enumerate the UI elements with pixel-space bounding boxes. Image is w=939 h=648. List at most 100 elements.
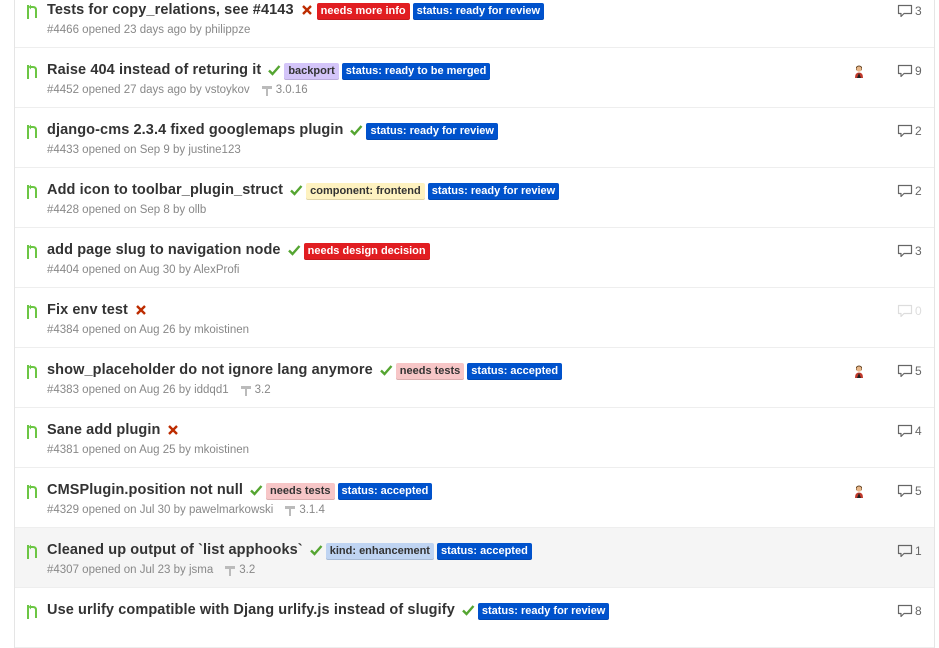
ci-failure-x-icon[interactable] <box>166 423 180 437</box>
pull-request-row[interactable]: CMSPlugin.position not null needs tests s… <box>15 468 934 528</box>
ci-success-check-icon[interactable] <box>379 363 393 377</box>
label-badge[interactable]: status: ready for review <box>427 182 560 200</box>
pull-request-row[interactable]: django-cms 2.3.4 fixed googlemaps plugin… <box>15 108 934 168</box>
pull-request-row[interactable]: Cleaned up output of `list apphooks` kin… <box>15 528 934 588</box>
label-badge[interactable]: status: ready for review <box>412 2 545 20</box>
comments-link[interactable]: 2 <box>897 124 922 138</box>
ci-success-check-icon[interactable] <box>349 123 363 137</box>
pull-request-title-link[interactable]: Cleaned up output of `list apphooks` <box>47 542 303 558</box>
pull-request-row[interactable]: show_placeholder do not ignore lang anym… <box>15 348 934 408</box>
comments-link[interactable]: 3 <box>897 244 922 258</box>
label-badge[interactable]: component: frontend <box>306 182 425 200</box>
ci-success-check-icon[interactable] <box>249 483 263 497</box>
pull-request-open-icon <box>27 484 37 499</box>
labels: kind: enhancement status: accepted <box>323 541 532 560</box>
comment-count: 3 <box>915 244 922 258</box>
pull-request-meta: #4381 opened on Aug 25 by mkoistinen <box>47 444 249 456</box>
title-line: add page slug to navigation node needs d… <box>47 241 430 260</box>
pull-request-row[interactable]: Add icon to toolbar_plugin_struct compon… <box>15 168 934 228</box>
milestone-title: 3.2 <box>254 384 271 396</box>
ci-success-check-icon[interactable] <box>461 603 475 617</box>
ci-failure-x-icon[interactable] <box>134 303 148 317</box>
comment-icon <box>897 304 913 318</box>
pull-request-title-link[interactable]: add page slug to navigation node <box>47 242 281 258</box>
pull-request-open-icon <box>27 4 37 19</box>
opened-by-text: #4404 opened on Aug 30 by AlexProfi <box>47 264 240 276</box>
label-badge[interactable]: status: ready for review <box>366 122 498 140</box>
assignee-avatar[interactable] <box>852 484 866 498</box>
assignee-avatar[interactable] <box>852 364 866 378</box>
pull-request-title-link[interactable]: Add icon to toolbar_plugin_struct <box>47 182 283 198</box>
labels: backport status: ready to be merged <box>281 61 491 80</box>
pull-request-title-link[interactable]: show_placeholder do not ignore lang anym… <box>47 362 373 378</box>
milestone-icon <box>240 385 251 396</box>
pull-request-title-link[interactable]: CMSPlugin.position not null <box>47 482 243 498</box>
pull-request-row[interactable]: Raise 404 instead of returing it backpor… <box>15 48 934 108</box>
label-badge[interactable]: status: ready for review <box>477 602 610 620</box>
pull-request-title-link[interactable]: Sane add plugin <box>47 422 160 438</box>
milestone-icon <box>285 505 296 516</box>
ci-success-check-icon[interactable] <box>289 183 303 197</box>
pull-request-title-link[interactable]: Tests for copy_relations, see #4143 <box>47 2 294 18</box>
label-badge[interactable]: backport <box>284 62 339 80</box>
pull-request-open-icon <box>27 604 37 619</box>
label-badge[interactable]: status: ready to be merged <box>341 62 491 80</box>
comments-link[interactable]: 2 <box>897 184 922 198</box>
comment-icon <box>897 244 913 258</box>
title-line: Cleaned up output of `list apphooks` kin… <box>47 541 532 560</box>
pull-request-title-link[interactable]: Raise 404 instead of returing it <box>47 62 261 78</box>
title-line: django-cms 2.3.4 fixed googlemaps plugin… <box>47 121 498 140</box>
label-badge[interactable]: status: accepted <box>436 542 532 560</box>
milestone-link[interactable]: 3.2 <box>225 564 255 576</box>
milestone-link[interactable]: 3.0.16 <box>261 84 308 96</box>
comments-link[interactable]: 1 <box>897 544 922 558</box>
assignee-avatar[interactable] <box>852 64 866 78</box>
pull-request-title-link[interactable]: Fix env test <box>47 302 128 318</box>
pull-request-row[interactable]: Use urlify compatible with Djang urlify.… <box>15 588 934 648</box>
comments-link[interactable]: 5 <box>897 364 922 378</box>
pull-request-open-icon <box>27 304 37 319</box>
pull-request-row[interactable]: add page slug to navigation node needs d… <box>15 228 934 288</box>
title-line: Add icon to toolbar_plugin_struct compon… <box>47 181 560 200</box>
pull-request-list: Tests for copy_relations, see #4143 need… <box>14 0 935 648</box>
comments-link[interactable]: 9 <box>897 64 922 78</box>
pull-request-row[interactable]: Tests for copy_relations, see #4143 need… <box>15 0 934 48</box>
comment-icon <box>897 64 913 78</box>
label-badge[interactable]: needs tests <box>395 362 465 380</box>
labels: needs more info status: ready for review <box>314 1 545 20</box>
label-badge[interactable]: kind: enhancement <box>325 542 434 560</box>
labels: needs design decision <box>301 241 430 260</box>
comments-link[interactable]: 5 <box>897 484 922 498</box>
ci-success-check-icon[interactable] <box>309 543 323 557</box>
pull-request-meta: #4383 opened on Aug 26 by iddqd1 3.2 <box>47 384 271 396</box>
label-badge[interactable]: needs design decision <box>303 242 430 260</box>
comments-link[interactable]: 4 <box>897 424 922 438</box>
pull-request-meta: #4329 opened on Jul 30 by pawelmarkowski… <box>47 504 325 516</box>
comments-link[interactable]: 3 <box>897 4 922 18</box>
pull-request-title-link[interactable]: django-cms 2.3.4 fixed googlemaps plugin <box>47 122 343 138</box>
label-badge[interactable]: needs tests <box>266 482 335 500</box>
milestone-link[interactable]: 3.2 <box>240 384 271 396</box>
label-badge[interactable]: status: accepted <box>337 482 433 500</box>
title-line: Sane add plugin <box>47 421 180 439</box>
ci-success-check-icon[interactable] <box>267 63 281 77</box>
pull-request-title-link[interactable]: Use urlify compatible with Djang urlify.… <box>47 602 455 618</box>
pull-request-row[interactable]: Fix env test #4384 opened on Aug 26 by m… <box>15 288 934 348</box>
comments-link[interactable]: 8 <box>897 604 922 618</box>
ci-failure-x-icon[interactable] <box>300 3 314 17</box>
pull-request-meta: #4404 opened on Aug 30 by AlexProfi <box>47 264 239 276</box>
milestone-link[interactable]: 3.1.4 <box>285 504 325 516</box>
opened-by-text: #4466 opened 23 days ago by philippze <box>47 24 251 36</box>
comment-count: 9 <box>915 64 922 78</box>
opened-by-text: #4329 opened on Jul 30 by pawelmarkowski <box>47 504 274 516</box>
comment-count: 4 <box>915 424 922 438</box>
opened-by-text: #4384 opened on Aug 26 by mkoistinen <box>47 324 250 336</box>
comments-link[interactable]: 0 <box>897 304 922 318</box>
opened-by-text: #4452 opened 27 days ago by vstoykov <box>47 84 250 96</box>
ci-success-check-icon[interactable] <box>287 243 301 257</box>
opened-by-text: #4428 opened on Sep 8 by ollb <box>47 204 207 216</box>
labels: needs tests status: accepted <box>263 481 433 500</box>
pull-request-row[interactable]: Sane add plugin #4381 opened on Aug 25 b… <box>15 408 934 468</box>
label-badge[interactable]: needs more info <box>316 2 410 20</box>
label-badge[interactable]: status: accepted <box>467 362 563 380</box>
